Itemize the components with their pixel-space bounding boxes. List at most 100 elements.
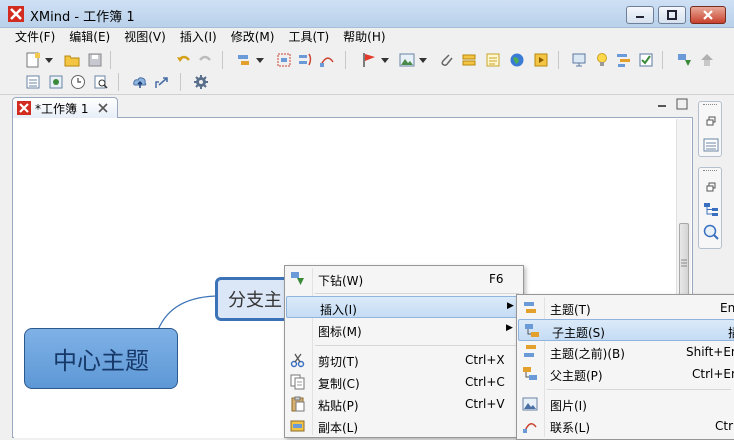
maximize-button[interactable] [658, 6, 686, 24]
zoom-overview-icon[interactable] [703, 224, 719, 240]
submenu-item-topic[interactable]: 主题(T) En [517, 297, 734, 319]
flag-icon [363, 53, 375, 67]
attachment-button[interactable] [438, 51, 456, 69]
topic-before-icon [524, 345, 536, 357]
search-view-button[interactable] [92, 73, 110, 91]
lightbulb-icon [597, 53, 607, 66]
upload-button[interactable] [131, 73, 149, 91]
title-bar[interactable]: XMind - 工作簿 1 [0, 0, 734, 28]
maximize-editor-icon[interactable] [676, 98, 688, 110]
new-dropdown-button[interactable] [44, 51, 54, 69]
image-icon [522, 397, 538, 411]
drill-down-icon [678, 54, 691, 66]
duplicate-icon [290, 420, 305, 432]
submenu-item-subtopic[interactable]: 子主题(S) 插 [518, 319, 734, 341]
menu-item-insert[interactable]: 插入(I) ▶ [286, 296, 522, 318]
submenu-item-parent-topic[interactable]: 父主题(P) Ctrl+En [517, 363, 734, 385]
submenu-item-image[interactable]: 图片(I) [517, 393, 734, 415]
save-icon [88, 53, 102, 67]
gantt-button[interactable] [615, 51, 633, 69]
undo-button[interactable] [175, 51, 193, 69]
submenu-item-topic-before[interactable]: 主题(之前)(B) Shift+En [517, 341, 734, 363]
branch-topic[interactable]: 分支主 [215, 277, 295, 321]
menu-item-cut[interactable]: 剪切(T) Ctrl+X [285, 349, 523, 371]
menu-edit[interactable]: 编辑(E) [62, 28, 117, 47]
relationship-button[interactable] [318, 51, 336, 69]
insert-submenu: 主题(T) En 子主题(S) 插 主题(之前)(B) Shift+En 父主题… [516, 294, 734, 440]
tab-label: *工作簿 1 [35, 101, 89, 116]
central-topic-label: 中心主题 [53, 347, 149, 375]
restore-icon[interactable] [706, 182, 716, 192]
menu-item-copy[interactable]: 复制(C) Ctrl+C [285, 371, 523, 393]
image-dropdown[interactable] [418, 51, 428, 69]
outline-tree-icon[interactable] [703, 202, 719, 218]
menu-view[interactable]: 视图(V) [117, 28, 173, 47]
notes-button[interactable] [484, 51, 502, 69]
gear-icon [194, 75, 208, 89]
save-button[interactable] [86, 51, 104, 69]
history-button[interactable] [69, 73, 87, 91]
submenu-item-relationship[interactable]: 联系(L) Ctrl [517, 415, 734, 437]
insert-topic-button[interactable] [235, 51, 253, 69]
image-button[interactable] [398, 51, 416, 69]
audio-note-icon [534, 53, 548, 67]
branch-topic-label: 分支主 [228, 290, 282, 311]
window-title: XMind - 工作簿 1 [30, 10, 135, 25]
subtopic-icon [525, 324, 539, 337]
summary-icon [299, 53, 312, 66]
menu-item-drill-down[interactable]: 下钻(W) F6 [285, 268, 523, 290]
overview-icon [49, 75, 63, 89]
hyperlink-button[interactable] [508, 51, 526, 69]
share-button[interactable] [153, 73, 171, 91]
open-button[interactable] [63, 51, 81, 69]
chevron-down-icon [256, 58, 264, 63]
marker-button[interactable] [360, 51, 378, 69]
chevron-down-icon [381, 58, 389, 63]
close-icon [703, 10, 713, 20]
chevron-down-icon [45, 58, 53, 63]
central-topic[interactable]: 中心主题 [24, 328, 178, 389]
menu-modify[interactable]: 修改(M) [224, 28, 282, 47]
close-button[interactable] [690, 6, 726, 24]
drill-up-button[interactable] [698, 51, 716, 69]
gantt-icon [617, 54, 630, 67]
menu-item-duplicate[interactable]: 副本(L) [285, 415, 523, 437]
minimize-editor-icon[interactable] [657, 100, 667, 110]
redo-icon [199, 55, 211, 61]
tab-workbook[interactable]: *工作簿 1 [12, 97, 118, 118]
menu-help[interactable]: 帮助(H) [336, 28, 392, 47]
audio-note-button[interactable] [532, 51, 550, 69]
insert-topic-dropdown[interactable] [255, 51, 265, 69]
boundary-button[interactable] [275, 51, 293, 69]
menu-item-paste[interactable]: 粘贴(P) Ctrl+V [285, 393, 523, 415]
drill-up-icon [701, 54, 713, 66]
menu-file[interactable]: 文件(F) [8, 28, 62, 47]
menu-bar: 文件(F) 编辑(E) 视图(V) 插入(I) 修改(M) 工具(T) 帮助(H… [0, 28, 734, 47]
boundary-icon [277, 53, 291, 67]
minimize-icon [636, 16, 644, 18]
new-workbook-button[interactable] [24, 51, 42, 69]
drill-down-button[interactable] [676, 51, 694, 69]
brainstorm-button[interactable] [593, 51, 611, 69]
context-menu: 下钻(W) F6 插入(I) ▶ 图标(M) ▶ 剪切(T) Ctrl+X 复制… [284, 265, 524, 438]
label-button[interactable] [460, 51, 478, 69]
outline-view-button[interactable] [24, 73, 42, 91]
menu-tools[interactable]: 工具(T) [281, 28, 336, 47]
close-tab-icon[interactable] [98, 103, 109, 113]
minimize-button[interactable] [626, 6, 654, 24]
preferences-button[interactable] [192, 73, 210, 91]
scissors-icon [290, 353, 305, 368]
restore-icon[interactable] [706, 116, 716, 126]
menu-item-icon[interactable]: 图标(M) ▶ [285, 319, 523, 341]
summary-button[interactable] [297, 51, 315, 69]
properties-view-icon[interactable] [703, 138, 719, 152]
xmind-logo-icon [8, 6, 24, 22]
overview-button[interactable] [47, 73, 65, 91]
marker-dropdown[interactable] [380, 51, 390, 69]
redo-button[interactable] [196, 51, 214, 69]
task-button[interactable] [637, 51, 655, 69]
notes-icon [486, 53, 500, 67]
relationship-icon [523, 423, 537, 433]
presentation-button[interactable] [570, 51, 588, 69]
menu-insert[interactable]: 插入(I) [173, 28, 224, 47]
